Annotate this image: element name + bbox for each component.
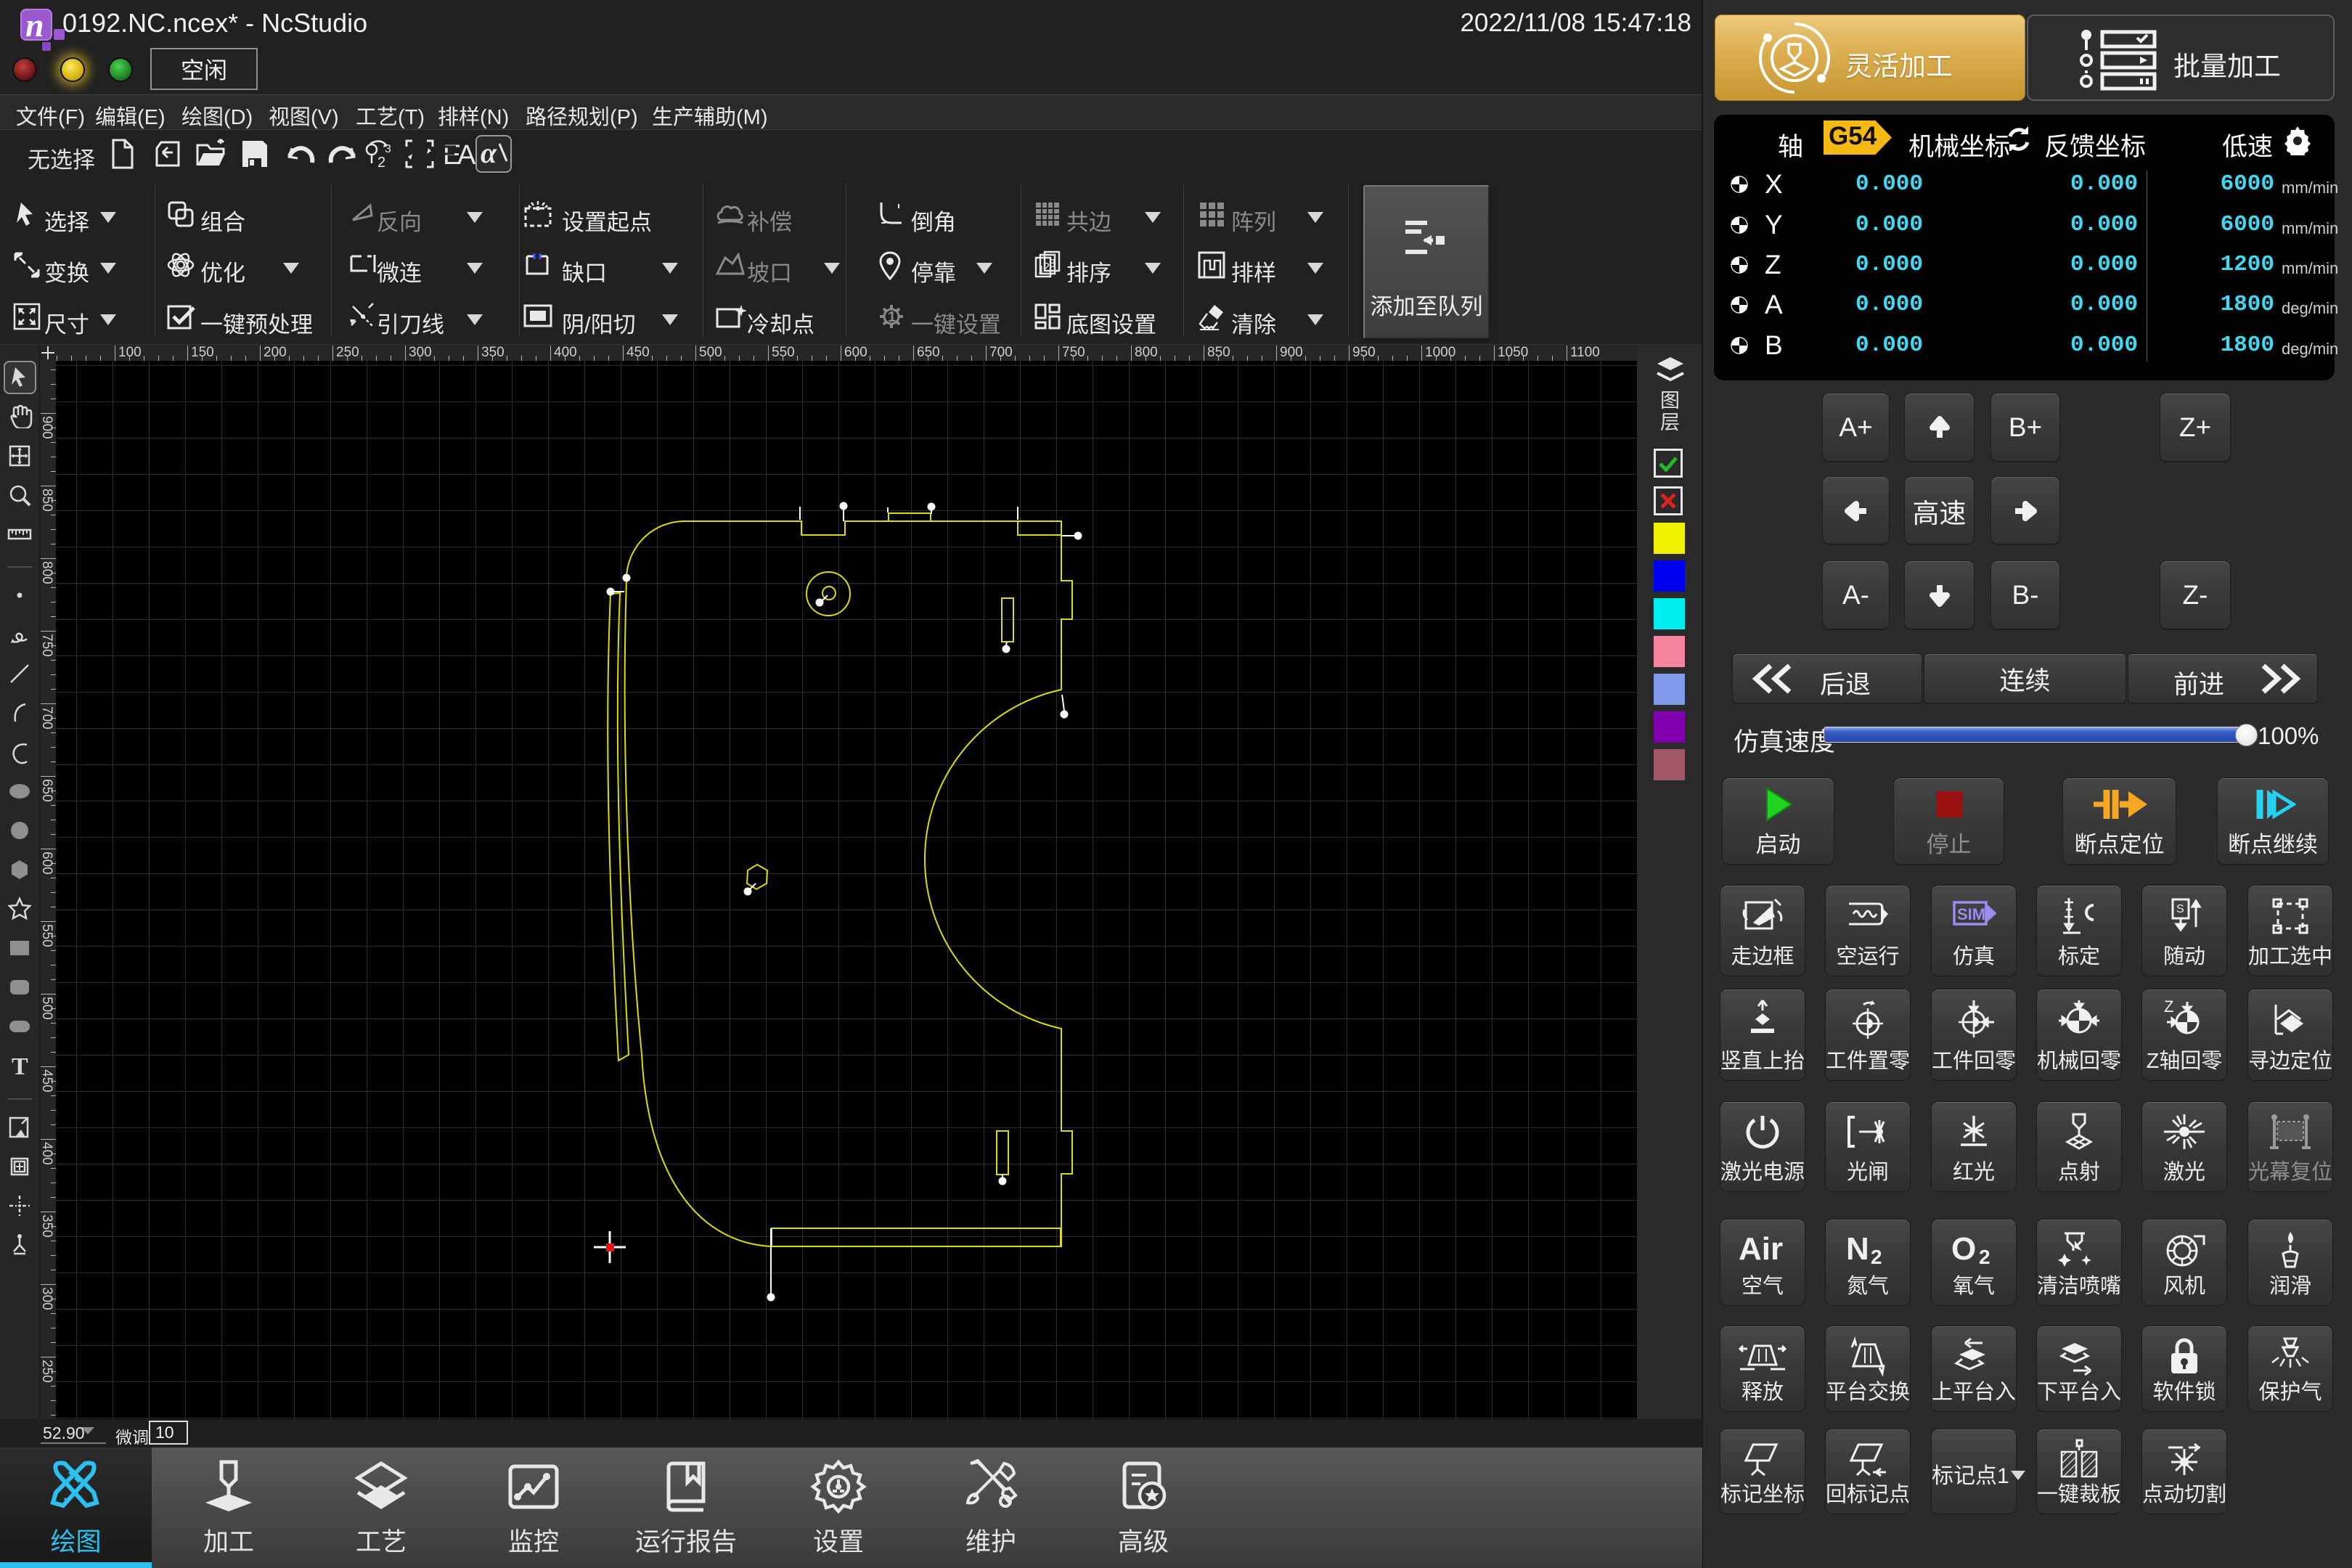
svg-text:2: 2 [1871,1246,1882,1268]
svg-text:2: 2 [377,155,385,170]
svg-text:1: 1 [888,309,896,325]
svg-text:SIM: SIM [1957,905,1985,923]
svg-text:A: A [457,140,476,170]
svg-text:Air: Air [1739,1231,1783,1267]
svg-text:α: α [481,139,497,168]
svg-text:O: O [1951,1231,1976,1267]
svg-text:S: S [2176,903,2184,915]
svg-text:Z: Z [2164,999,2173,1016]
svg-text:3: 3 [1049,258,1055,270]
svg-text:3: 3 [385,143,391,155]
svg-text:2: 2 [1979,1246,1990,1268]
svg-text:N: N [1846,1231,1869,1267]
svg-text:T: T [12,1053,28,1079]
